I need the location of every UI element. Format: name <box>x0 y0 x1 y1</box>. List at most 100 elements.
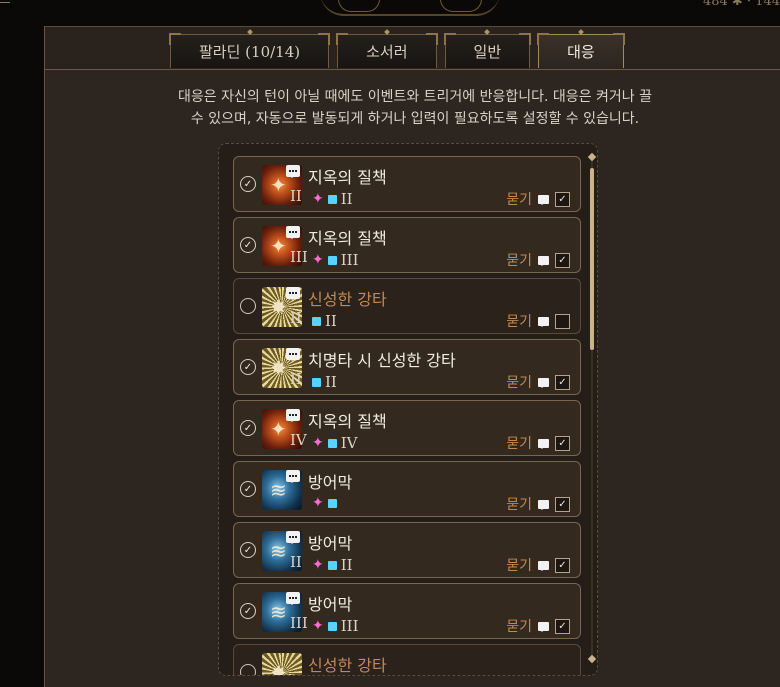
ask-checkbox[interactable] <box>555 313 570 329</box>
tab-pip <box>383 29 390 35</box>
reaction-row[interactable]: ✸ 신성한 강타 II II 묻기 <box>233 278 581 334</box>
ask-label: 묻기 <box>506 558 532 574</box>
spell-level: II <box>290 553 302 571</box>
reaction-name: 지옥의 질책 <box>308 229 387 248</box>
prompt-speech-icon <box>538 621 549 632</box>
top-bar: 484 ✱ · 144 <box>0 0 780 16</box>
spell-slot-icon <box>327 438 337 448</box>
reaction-row[interactable]: ✓ ≋ 방어막 ✦ 묻기 ✓ <box>233 461 581 517</box>
reaction-row[interactable]: ✓ ≋ 방어막 III ✦ III 묻기 ✓ <box>233 583 581 639</box>
ask-label: 묻기 <box>506 253 532 269</box>
resource-cost: ✦ IV <box>312 434 358 452</box>
spell-glyph-icon: ≋ <box>270 600 287 624</box>
prompt-speech-icon <box>286 226 300 239</box>
enabled-check-icon[interactable]: ✓ <box>240 420 256 436</box>
spell-level: II <box>290 187 302 205</box>
prompt-speech-icon <box>286 409 300 422</box>
enabled-check-icon[interactable]: ✓ <box>240 481 256 497</box>
disabled-circle-icon[interactable] <box>240 298 256 314</box>
reaction-name: 방어막 <box>308 595 353 614</box>
reaction-name: 지옥의 질책 <box>308 412 387 431</box>
ask-checkbox[interactable]: ✓ <box>555 557 570 573</box>
ask-checkbox[interactable]: ✓ <box>555 374 570 390</box>
prompt-speech-icon <box>538 560 549 571</box>
spell-slot-level: III <box>340 251 359 269</box>
ask-label: 묻기 <box>506 314 532 330</box>
tab-sorcerer[interactable]: 소서러 <box>336 29 438 68</box>
spell-slot-icon <box>327 194 337 204</box>
reaction-list[interactable]: ✓ ✦ 지옥의 질책 II ✦ II 묻기 ✓ ✓ ✦ 지옥의 질책 III ✦ III 묻기 ✓ ✸ 신성한 강… <box>218 143 598 676</box>
ask-checkbox[interactable]: ✓ <box>555 191 570 207</box>
enabled-check-icon[interactable]: ✓ <box>240 237 256 253</box>
reaction-name: 신성한 강타 <box>308 290 387 309</box>
resource-cost: ✦ <box>312 495 337 511</box>
scrollbar-thumb[interactable] <box>590 168 594 350</box>
spell-glyph-icon: ✦ <box>270 173 287 197</box>
ask-toggle[interactable]: 묻기 ✓ <box>506 372 570 392</box>
spell-slot-icon <box>312 316 321 326</box>
ask-checkbox[interactable]: ✓ <box>555 435 570 451</box>
reaction-star-icon: ✦ <box>312 495 324 511</box>
top-right-counter: 484 ✱ · 144 <box>702 0 780 9</box>
tab-bar: 팔라딘 (10/14) 소서러 일반 대응 <box>168 29 625 70</box>
ask-label: 묻기 <box>506 497 532 513</box>
reaction-row[interactable]: ✓ ✦ 지옥의 질책 II ✦ II 묻기 ✓ <box>233 156 581 212</box>
reaction-star-icon: ✦ <box>312 191 324 207</box>
spell-level: IV <box>290 431 307 449</box>
prompt-speech-icon <box>538 499 549 510</box>
reaction-star-icon: ✦ <box>312 252 324 268</box>
description-line-1: 대응은 자신의 턴이 아닐 때에도 이벤트와 트리거에 반응합니다. 대응은 켜… <box>178 89 652 105</box>
tab-paladin[interactable]: 팔라딘 (10/14) <box>168 29 331 68</box>
enabled-check-icon[interactable]: ✓ <box>240 176 256 192</box>
ask-checkbox[interactable]: ✓ <box>555 252 570 268</box>
tab-general[interactable]: 일반 <box>443 29 531 68</box>
spell-slot-level: II <box>325 373 337 391</box>
ask-toggle[interactable]: 묻기 <box>506 311 570 331</box>
resource-cost: ✦ II <box>312 556 353 574</box>
reaction-name: 방어막 <box>308 473 353 492</box>
resource-cost: II <box>312 312 337 330</box>
resource-cost: ✦ II <box>312 190 353 208</box>
scrollbar[interactable] <box>587 152 597 664</box>
tab-pip <box>246 29 253 35</box>
spell-level: II <box>290 309 302 327</box>
ask-label: 묻기 <box>506 619 532 635</box>
tab-label: 팔라딘 (10/14) <box>199 43 301 61</box>
description-line-2: 수 있으며, 자동으로 발동되게 하거나 입력이 필요하도록 설정할 수 있습니… <box>190 111 640 127</box>
prompt-speech-icon <box>286 531 300 544</box>
prompt-speech-icon <box>286 470 300 483</box>
spell-slot-level: II <box>340 190 353 208</box>
resource-cost: ✦ III <box>312 617 359 635</box>
ask-toggle[interactable]: 묻기 ✓ <box>506 433 570 453</box>
enabled-check-icon[interactable]: ✓ <box>240 542 256 558</box>
spell-glyph-icon: ✸ <box>270 295 287 319</box>
ask-checkbox[interactable]: ✓ <box>555 496 570 512</box>
prompt-speech-icon <box>538 194 549 205</box>
tab-reactions[interactable]: 대응 <box>537 29 625 68</box>
prompt-speech-icon <box>286 348 300 361</box>
ask-toggle[interactable]: 묻기 ✓ <box>506 616 570 636</box>
ask-checkbox[interactable]: ✓ <box>555 618 570 634</box>
ask-label: 묻기 <box>506 436 532 452</box>
resource-cost: ✦ III <box>312 251 359 269</box>
reaction-row[interactable]: ✓ ≋ 방어막 II ✦ II 묻기 ✓ <box>233 522 581 578</box>
ask-toggle[interactable]: 묻기 ✓ <box>506 555 570 575</box>
enabled-check-icon[interactable]: ✓ <box>240 359 256 375</box>
prompt-speech-icon <box>286 287 300 300</box>
prompt-speech-icon <box>538 316 549 327</box>
disabled-circle-icon[interactable] <box>240 664 256 675</box>
ask-toggle[interactable]: 묻기 ✓ <box>506 494 570 514</box>
spell-slot-level: III <box>340 617 359 635</box>
reaction-row[interactable]: ✓ ✦ 지옥의 질책 III ✦ III 묻기 ✓ <box>233 217 581 273</box>
spell-level: III <box>290 248 308 266</box>
reaction-row[interactable]: ✸ 신성한 강타 <box>233 644 581 675</box>
ask-toggle[interactable]: 묻기 ✓ <box>506 189 570 209</box>
spell-slot-level: IV <box>340 434 358 452</box>
reaction-row[interactable]: ✓ ✸ 치명타 시 신성한 강타 II II 묻기 ✓ <box>233 339 581 395</box>
ask-toggle[interactable]: 묻기 ✓ <box>506 250 570 270</box>
reaction-name: 방어막 <box>308 534 353 553</box>
reaction-row[interactable]: ✓ ✦ 지옥의 질책 IV ✦ IV 묻기 ✓ <box>233 400 581 456</box>
spell-slot-icon <box>327 255 337 265</box>
prompt-speech-icon <box>286 592 300 605</box>
enabled-check-icon[interactable]: ✓ <box>240 603 256 619</box>
